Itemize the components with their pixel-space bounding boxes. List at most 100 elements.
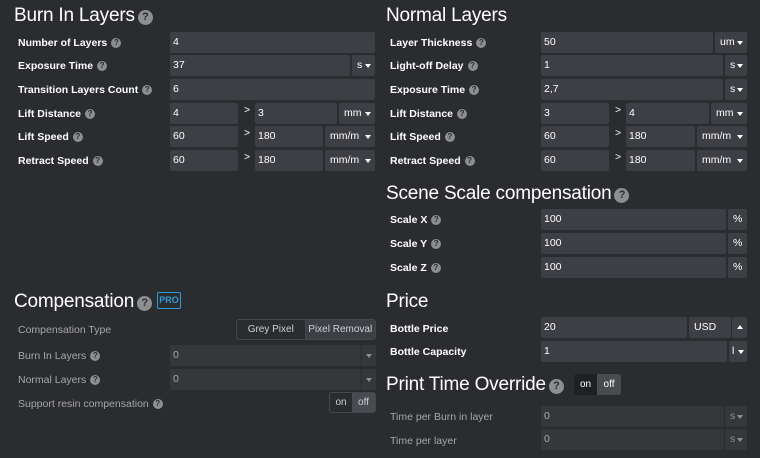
layer-thickness-input[interactable]: 50	[541, 32, 713, 53]
number-of-layers-input[interactable]: 4	[170, 32, 375, 53]
burn-in-lift-speed-input-1[interactable]: 60	[170, 126, 238, 147]
scale-z-input[interactable]: 100	[541, 257, 726, 278]
light-off-delay-input[interactable]: 1	[541, 55, 723, 76]
normal-lift-speed-input-2[interactable]: 180	[626, 126, 695, 147]
help-icon[interactable]: ?	[457, 109, 468, 119]
help-icon[interactable]: ?	[614, 188, 630, 203]
help-icon[interactable]: ?	[92, 156, 103, 166]
help-icon[interactable]: ?	[430, 263, 441, 273]
help-icon[interactable]: ?	[444, 132, 455, 142]
scale-x-unit: %	[728, 209, 747, 230]
time-per-layer-input[interactable]: 0	[541, 429, 724, 450]
chevron-down-icon	[737, 112, 743, 116]
comp-normal-layers-select[interactable]	[362, 369, 376, 390]
normal-exposure-time-label: Exposure Time?	[390, 83, 480, 97]
toggle-off[interactable]: off	[352, 393, 375, 412]
normal-lift-distance-label: Lift Distance?	[390, 107, 468, 121]
comp-normal-layers-input[interactable]: 0	[170, 369, 361, 390]
normal-retract-speed-input-2[interactable]: 180	[626, 150, 695, 171]
time-per-burn-in-input[interactable]: 0	[541, 406, 724, 427]
scale-y-input[interactable]: 100	[541, 233, 726, 254]
normal-lift-distance-input-2[interactable]: 4	[626, 103, 709, 124]
help-icon[interactable]: ?	[467, 61, 478, 71]
light-off-delay-label-text: Light-off Delay	[390, 60, 464, 72]
toggle-off[interactable]: off	[597, 374, 621, 395]
normal-retract-speed-unit-select[interactable]: mm/m	[697, 150, 747, 171]
compensation-title: Compensation?	[14, 291, 153, 313]
normal-lift-distance-input-1[interactable]: 3	[541, 103, 609, 124]
transition-layers-label: Transition Layers Count?	[18, 83, 153, 97]
help-icon[interactable]: ?	[469, 85, 480, 95]
toggle-on[interactable]: on	[330, 393, 352, 412]
time-per-layer-unit-select[interactable]: s	[725, 429, 747, 450]
burn-in-lift-distance-label-text: Lift Distance	[18, 108, 82, 120]
help-icon[interactable]: ?	[97, 61, 108, 71]
currency-select[interactable]	[732, 317, 747, 338]
comp-burn-in-layers-select[interactable]	[362, 345, 376, 366]
help-icon[interactable]: ?	[137, 296, 153, 311]
burn-in-exposure-time-unit-select[interactable]: s	[352, 55, 375, 76]
bottle-price-input[interactable]: 20	[541, 317, 687, 338]
help-icon[interactable]: ?	[111, 38, 122, 48]
pro-badge: PRO	[157, 292, 181, 309]
burn-in-lift-speed-label-text: Lift Speed	[18, 131, 69, 143]
help-icon[interactable]: ?	[476, 38, 487, 48]
grey-pixel-option[interactable]: Grey Pixel	[237, 320, 306, 339]
compensation-title-text: Compensation	[14, 291, 135, 312]
chevron-down-icon	[365, 159, 371, 163]
bottle-price-currency[interactable]: USD	[689, 317, 731, 338]
unit-text: s	[730, 410, 736, 422]
normal-lift-speed-input-1[interactable]: 60	[541, 126, 609, 147]
support-resin-toggle[interactable]: on off	[329, 392, 376, 413]
comp-normal-layers-label-text: Normal Layers	[18, 374, 87, 386]
chevron-down-icon	[737, 135, 743, 139]
normal-lift-distance-unit-select[interactable]: mm	[711, 103, 747, 124]
normal-exposure-time-input[interactable]: 2,7	[541, 79, 723, 100]
number-of-layers-label-text: Number of Layers	[18, 37, 108, 49]
burn-in-lift-distance-input-2[interactable]: 3	[255, 103, 337, 124]
help-icon[interactable]: ?	[152, 399, 163, 409]
transition-layers-input[interactable]: 6	[170, 79, 375, 100]
help-icon[interactable]: ?	[137, 10, 153, 25]
normal-lift-speed-unit-select[interactable]: mm/m	[697, 126, 747, 147]
bottle-price-label: Bottle Price	[390, 323, 449, 335]
normal-exposure-time-unit-select[interactable]: s	[725, 79, 747, 100]
help-icon[interactable]: ?	[464, 156, 475, 166]
burn-in-lift-speed-unit-select[interactable]: mm/m	[325, 126, 375, 147]
help-icon[interactable]: ?	[431, 215, 442, 225]
help-icon[interactable]: ?	[431, 239, 442, 249]
burn-in-lift-distance-input-1[interactable]: 4	[170, 103, 238, 124]
unit-text: s	[730, 83, 736, 95]
bottle-capacity-input[interactable]: 1	[541, 341, 727, 362]
pixel-removal-option[interactable]: Pixel Removal	[305, 320, 375, 339]
layer-thickness-unit-select[interactable]: um	[715, 32, 747, 53]
scale-y-label: Scale Y?	[390, 237, 442, 251]
burn-in-exposure-time-input[interactable]: 37	[170, 55, 350, 76]
bottle-capacity-unit-select[interactable]: l	[729, 341, 747, 362]
scale-x-input[interactable]: 100	[541, 209, 726, 230]
burn-in-retract-speed-label-text: Retract Speed	[18, 155, 89, 167]
time-per-burn-in-unit-select[interactable]: s	[725, 406, 747, 427]
burn-in-retract-speed-input-1[interactable]: 60	[170, 150, 238, 171]
burn-in-lift-distance-unit-select[interactable]: mm	[339, 103, 375, 124]
scale-x-label-text: Scale X	[390, 214, 428, 226]
burn-in-retract-speed-unit-select[interactable]: mm/m	[325, 150, 375, 171]
chevron-down-icon	[737, 88, 743, 92]
range-separator: >	[615, 151, 622, 163]
normal-retract-speed-input-1[interactable]: 60	[541, 150, 609, 171]
burn-in-retract-speed-input-2[interactable]: 180	[255, 150, 323, 171]
light-off-delay-unit-select[interactable]: s	[725, 55, 747, 76]
normal-retract-speed-label: Retract Speed?	[390, 154, 475, 168]
print-time-override-toggle[interactable]: on off	[574, 374, 621, 395]
help-icon[interactable]: ?	[72, 132, 83, 142]
scale-y-unit: %	[728, 233, 747, 254]
chevron-down-icon	[365, 135, 371, 139]
help-icon[interactable]: ?	[90, 351, 101, 361]
help-icon[interactable]: ?	[85, 109, 96, 119]
help-icon[interactable]: ?	[142, 85, 153, 95]
toggle-on[interactable]: on	[574, 374, 597, 395]
burn-in-lift-speed-input-2[interactable]: 180	[255, 126, 323, 147]
help-icon[interactable]: ?	[90, 375, 101, 385]
comp-burn-in-layers-input[interactable]: 0	[170, 345, 361, 366]
help-icon[interactable]: ?	[548, 379, 564, 394]
